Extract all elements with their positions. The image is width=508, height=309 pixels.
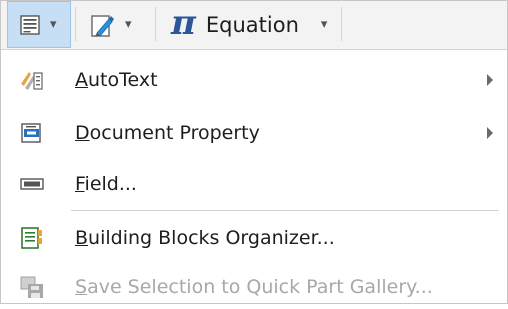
field-icon xyxy=(19,172,45,196)
menu-item-label: Document Property xyxy=(75,122,260,144)
building-blocks-icon xyxy=(19,226,45,250)
quick-parts-caret[interactable]: ▾ xyxy=(50,17,57,32)
menu-separator xyxy=(71,210,499,211)
ribbon-divider xyxy=(341,7,342,41)
menu-item-save-selection: Save Selection to Quick Part Gallery... xyxy=(1,265,507,309)
menu-item-label: Save Selection to Quick Part Gallery... xyxy=(75,276,433,298)
autotext-icon xyxy=(19,68,45,92)
wordart-icon xyxy=(89,11,117,39)
menu-item-building-blocks-organizer[interactable]: Building Blocks Organizer... xyxy=(1,216,507,260)
save-selection-icon xyxy=(19,275,45,299)
menu-item-label: AutoText xyxy=(75,69,158,91)
quick-parts-dropdown-window: ▾ ▾ π Equation ▾ AutoText Document Prope… xyxy=(0,0,508,304)
quick-parts-icon xyxy=(18,13,42,37)
wordart-caret[interactable]: ▾ xyxy=(125,17,132,32)
menu-item-document-property[interactable]: Document Property xyxy=(1,111,507,155)
menu-item-label: Building Blocks Organizer... xyxy=(75,227,335,249)
document-property-icon xyxy=(19,121,45,145)
menu-item-field[interactable]: Field... xyxy=(1,162,507,206)
equation-button[interactable]: π Equation ▾ xyxy=(159,1,337,48)
submenu-arrow-icon xyxy=(487,74,493,86)
ribbon-divider xyxy=(75,7,76,41)
ribbon-divider xyxy=(155,7,156,41)
menu-item-label: Field... xyxy=(75,173,137,195)
wordart-button[interactable]: ▾ xyxy=(79,1,151,48)
quick-parts-button[interactable]: ▾ xyxy=(7,1,71,48)
equation-caret[interactable]: ▾ xyxy=(321,17,328,32)
pi-icon: π xyxy=(171,2,196,43)
menu-item-autotext[interactable]: AutoText xyxy=(1,58,507,102)
submenu-arrow-icon xyxy=(487,127,493,139)
equation-label: Equation xyxy=(205,12,299,37)
ribbon-strip: ▾ ▾ π Equation ▾ xyxy=(1,1,507,50)
